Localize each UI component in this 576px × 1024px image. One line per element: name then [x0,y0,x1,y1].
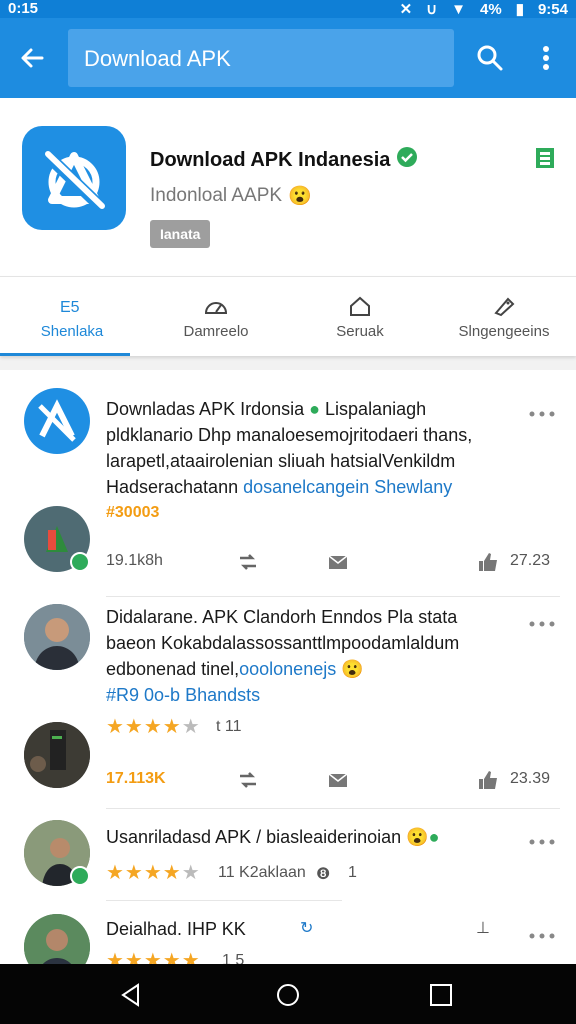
star-rating: ★★★★★ [106,716,201,738]
divider [106,596,560,597]
post-2-link[interactable]: ooolonenejs [239,659,336,679]
post-1-tag[interactable]: #30003 [106,504,159,522]
rating-note: 11 K2aklaan [218,864,306,881]
verified-badge-icon [70,552,90,572]
more-horiz-icon[interactable] [528,928,556,939]
tab-seruak[interactable]: Seruak [288,277,432,357]
divider [106,808,560,809]
post-3-count: 1 [348,864,357,881]
star-rating: ★★★★★ [106,950,201,964]
app-logo-icon [22,126,126,230]
wifi-icon: ▼ [451,0,467,18]
battery-icon: ▮ [515,1,524,18]
tab-shenlaka[interactable]: E5 Shenlaka [0,277,144,357]
app-category-badge[interactable]: Ianata [150,220,211,248]
feed[interactable]: Downladas APK Irdonsia ● Lispalaniagh pl… [0,370,576,964]
app-bar: Download APK [0,18,576,98]
post-2-actions: 17.113K 23.39 [106,766,556,794]
tab-slngengeeins[interactable]: Slngengeeins [432,277,576,357]
nav-recents-icon[interactable] [428,982,454,1008]
status-time-right: 9:54 [537,0,568,18]
rating-note: 1 5 [222,952,245,964]
star-rating: ★★★★★ [106,862,201,884]
more-vert-icon[interactable] [534,42,558,74]
post-avatar[interactable] [24,914,90,964]
post-avatar[interactable] [24,388,90,454]
divider [106,900,342,901]
search-input[interactable]: Download APK [68,29,454,87]
svg-text:E5: E5 [60,299,80,316]
verified-badge-icon [70,866,90,886]
thumbs-up-icon[interactable] [476,768,500,792]
search-icon[interactable] [474,42,506,74]
post-avatar[interactable] [24,604,90,670]
status-time-left: 0:15 [8,0,39,17]
grid-icon: E5 [58,295,86,317]
status-icons: ✕ ∪ ▼ 4% ▮ 9:54 [399,0,568,19]
app-name: Download APK Indanesia [150,146,418,174]
vibrate-icon: ∪ [426,1,438,18]
verified-icon: ● [309,399,321,419]
verified-icon: ● [428,827,440,847]
more-horiz-icon[interactable] [528,616,556,627]
pin-icon[interactable]: ⊥ [476,918,490,938]
system-nav-bar [0,964,576,1024]
emoji-icon: 😮 [288,186,312,207]
search-value: Download APK [84,46,231,71]
sync-icon[interactable]: ↻ [300,918,313,938]
tab-bar: E5 Shenlaka Damreelo Seruak Slngengeeins [0,276,576,356]
retweet-icon[interactable] [236,550,260,574]
more-horiz-icon[interactable] [528,834,556,845]
user-avatar[interactable] [24,722,90,788]
repost-count: 19.1k8h [106,552,163,569]
emoji-icon: 😮 [341,659,364,679]
status-bar: 0:15 ✕ ∪ ▼ 4% ▮ 9:54 [0,0,576,18]
post-2-text: Didalarane. APK Clandorh Enndos Pla stat… [106,607,460,705]
repost-count: 17.113K [106,770,166,787]
thumbs-up-icon[interactable] [476,550,500,574]
mail-icon[interactable] [326,550,350,574]
tab-damreelo[interactable]: Damreelo [144,277,288,357]
home-icon [346,295,374,317]
app-header: Download APK Indanesia Indonloal AAPK 😮 … [0,98,576,276]
verified-icon [396,146,418,174]
battery-percent: 4% [480,0,502,18]
like-count: 23.39 [509,770,550,787]
more-horiz-icon[interactable] [528,406,556,417]
post-3-text: Usanriladasd APK / biasleaiderinoian 😮● [106,827,440,847]
nav-home-icon[interactable] [275,982,301,1008]
mail-icon[interactable] [326,768,350,792]
emoji-icon: 😮 [406,827,429,847]
bookmark-icon[interactable] [534,146,556,170]
tab-indicator [0,353,130,356]
info-icon[interactable]: ❽ [316,864,330,884]
tag-icon [490,295,518,317]
post-1-actions: 19.1k8h 27.23 [106,548,556,576]
post-1-link[interactable]: dosanelcangein Shewlany [243,477,452,497]
mute-icon: ✕ [399,1,413,18]
rating-note: t 11 [216,718,242,735]
back-arrow-icon[interactable] [16,42,48,74]
gauge-icon [202,295,230,317]
retweet-icon[interactable] [236,768,260,792]
like-count: 27.23 [509,552,550,569]
post-2-hashtag[interactable]: Bhandsts [185,685,260,705]
post-1-text: Downladas APK Irdonsia ● Lispalaniagh pl… [106,396,516,500]
nav-back-icon[interactable] [118,982,144,1008]
app-subtitle: Indonloal AAPK 😮 [150,185,312,207]
post-1-title-line: Downladas APK Irdonsia ● Lispalaniagh [106,399,427,419]
